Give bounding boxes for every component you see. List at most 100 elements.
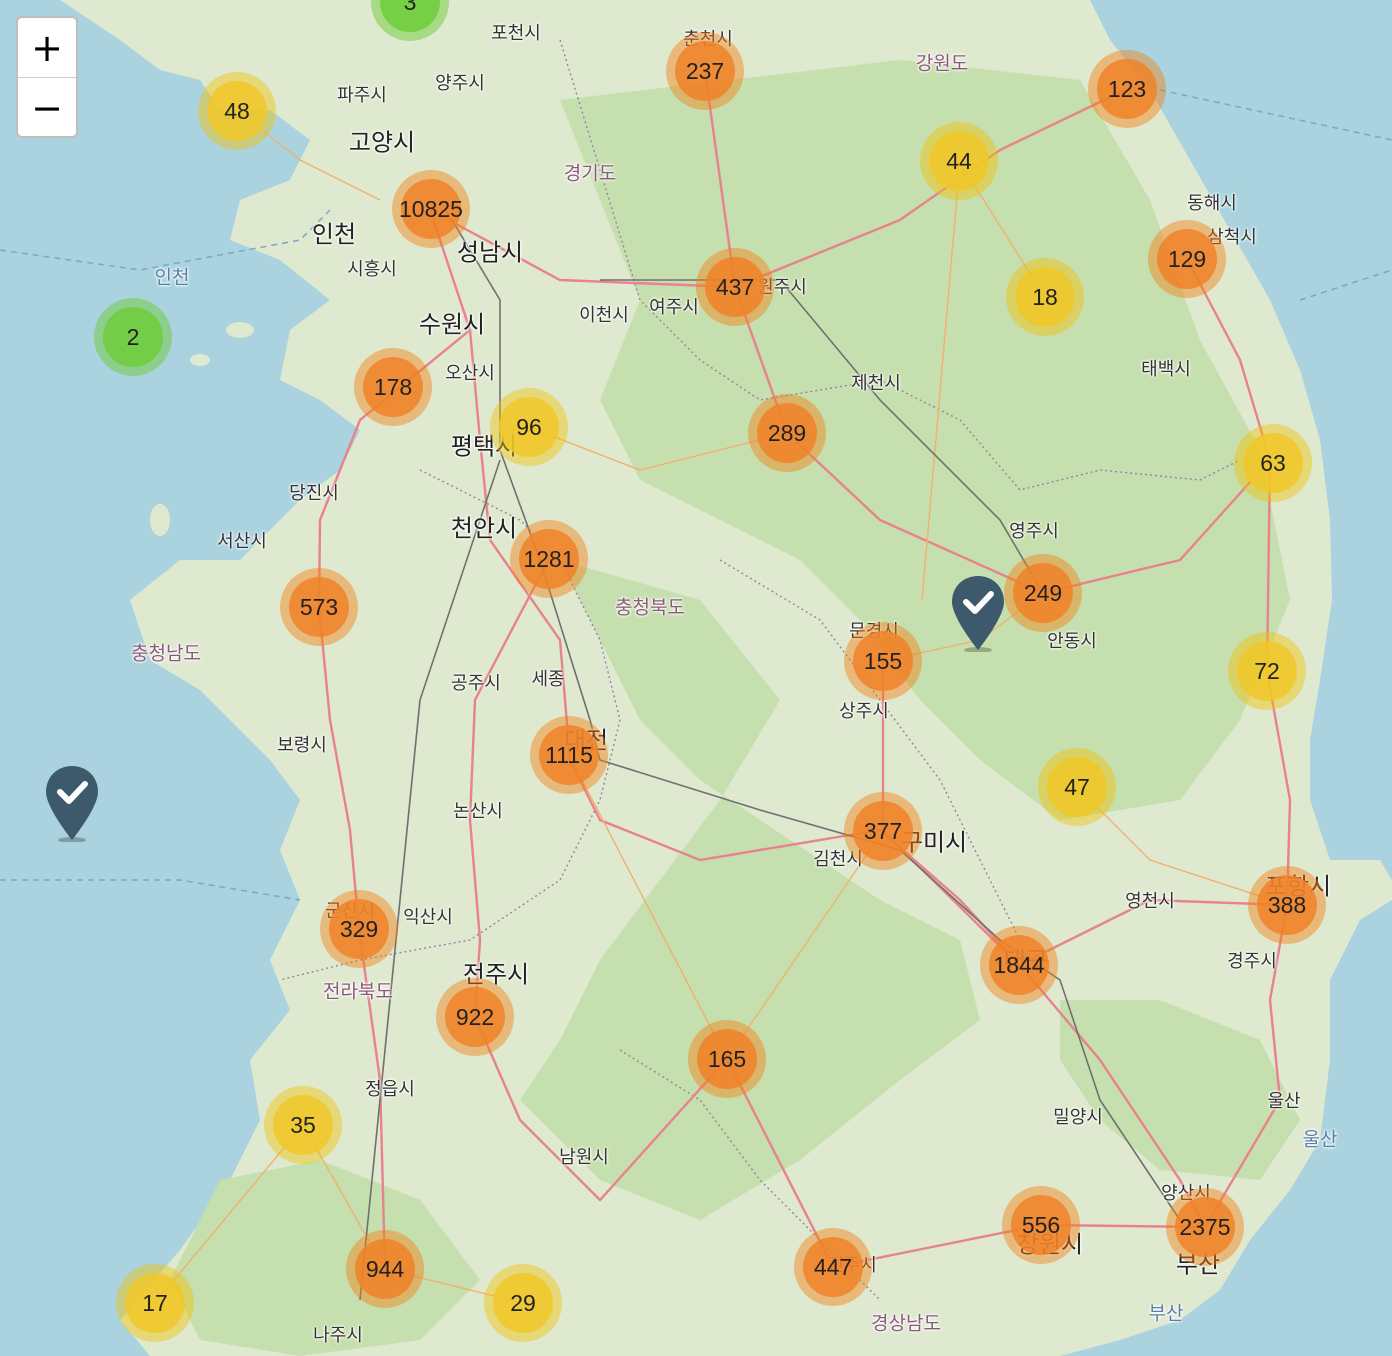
cluster-count: 289	[757, 403, 817, 463]
marker-cluster[interactable]: 72	[1228, 632, 1306, 710]
marker-cluster[interactable]: 377	[844, 792, 922, 870]
marker-cluster[interactable]: 237	[666, 32, 744, 110]
place-label: 전라북도	[323, 980, 393, 1003]
zoom-in-button[interactable]: +	[18, 18, 76, 77]
place-label: 성남시	[456, 238, 524, 267]
cluster-count: 178	[363, 357, 423, 417]
marker-cluster[interactable]: 329	[320, 890, 398, 968]
cluster-count: 1115	[539, 725, 599, 785]
marker-cluster[interactable]: 1115	[530, 716, 608, 794]
cluster-count: 437	[705, 257, 765, 317]
checkmark-icon	[46, 766, 98, 843]
marker-cluster[interactable]: 44	[920, 122, 998, 200]
marker-cluster[interactable]: 178	[354, 348, 432, 426]
place-label: 서산시	[217, 531, 267, 552]
marker-cluster[interactable]: 2	[94, 298, 172, 376]
map-pin-marker[interactable]	[948, 572, 1008, 653]
marker-cluster[interactable]: 556	[1002, 1186, 1080, 1264]
cluster-count: 249	[1013, 563, 1073, 623]
place-label: 인천	[311, 220, 357, 249]
zoom-out-button[interactable]: −	[18, 77, 76, 136]
place-label: 제천시	[851, 373, 901, 394]
marker-cluster[interactable]: 17	[116, 1264, 194, 1342]
marker-cluster[interactable]: 96	[490, 388, 568, 466]
marker-cluster[interactable]: 123	[1088, 50, 1166, 128]
map-pin-marker[interactable]	[42, 762, 102, 843]
cluster-count: 129	[1157, 229, 1217, 289]
place-label: 충청남도	[131, 642, 201, 665]
place-label: 울산	[1302, 1128, 1338, 1151]
place-label: 당진시	[289, 483, 339, 504]
place-label: 정읍시	[365, 1079, 415, 1100]
place-label: 수원시	[418, 310, 486, 339]
cluster-count: 18	[1015, 267, 1075, 327]
marker-cluster[interactable]: 129	[1148, 220, 1226, 298]
place-label: 안동시	[1047, 631, 1097, 652]
cluster-count: 237	[675, 41, 735, 101]
cluster-count: 2	[103, 307, 163, 367]
marker-cluster[interactable]: 165	[688, 1020, 766, 1098]
place-label: 논산시	[453, 801, 503, 822]
place-label: 경상남도	[871, 1312, 941, 1335]
place-label: 파주시	[337, 85, 387, 106]
marker-cluster[interactable]: 573	[280, 568, 358, 646]
marker-cluster[interactable]: 35	[264, 1086, 342, 1164]
cluster-count: 63	[1243, 433, 1303, 493]
marker-cluster[interactable]: 437	[696, 248, 774, 326]
place-label: 포천시	[491, 23, 541, 44]
cluster-count: 388	[1257, 875, 1317, 935]
place-label: 영주시	[1009, 521, 1059, 542]
marker-cluster[interactable]: 29	[484, 1264, 562, 1342]
cluster-count: 123	[1097, 59, 1157, 119]
marker-cluster[interactable]: 10825	[392, 170, 470, 248]
place-label: 부산	[1148, 1302, 1184, 1325]
cluster-count: 556	[1011, 1195, 1071, 1255]
place-label: 경주시	[1227, 951, 1277, 972]
cluster-count: 10825	[399, 179, 463, 239]
marker-cluster[interactable]: 447	[794, 1228, 872, 1306]
place-label: 여주시	[649, 297, 699, 318]
cluster-count: 29	[493, 1273, 553, 1333]
basemap[interactable]	[0, 0, 1392, 1356]
place-label: 익산시	[403, 907, 453, 928]
marker-cluster[interactable]: 48	[198, 72, 276, 150]
marker-cluster[interactable]: 249	[1004, 554, 1082, 632]
place-label: 상주시	[839, 701, 889, 722]
place-label: 시흥시	[347, 259, 397, 280]
marker-cluster[interactable]: 63	[1234, 424, 1312, 502]
cluster-count: 72	[1237, 641, 1297, 701]
place-label: 울산	[1267, 1091, 1301, 1112]
cluster-count: 922	[445, 987, 505, 1047]
place-label: 고양시	[348, 128, 416, 157]
cluster-count: 155	[853, 631, 913, 691]
marker-cluster[interactable]: 944	[346, 1230, 424, 1308]
cluster-count: 1844	[989, 935, 1049, 995]
place-label: 충청북도	[615, 596, 685, 619]
place-label: 공주시	[451, 673, 501, 694]
cluster-count: 35	[273, 1095, 333, 1155]
place-label: 오산시	[445, 363, 495, 384]
place-label: 인천	[154, 266, 190, 289]
cluster-count: 3	[380, 0, 440, 32]
marker-cluster[interactable]: 2375	[1166, 1188, 1244, 1266]
place-label: 밀양시	[1053, 1107, 1103, 1128]
marker-cluster[interactable]: 922	[436, 978, 514, 1056]
marker-cluster[interactable]: 155	[844, 622, 922, 700]
place-label: 경기도	[563, 162, 617, 185]
marker-cluster[interactable]: 388	[1248, 866, 1326, 944]
marker-cluster[interactable]: 47	[1038, 748, 1116, 826]
marker-cluster[interactable]: 289	[748, 394, 826, 472]
place-label: 나주시	[313, 1325, 363, 1346]
cluster-count: 573	[289, 577, 349, 637]
place-label: 동해시	[1187, 193, 1237, 214]
cluster-count: 329	[329, 899, 389, 959]
place-label: 양주시	[435, 73, 485, 94]
place-label: 세종	[531, 669, 565, 690]
place-label: 남원시	[559, 1147, 609, 1168]
place-label: 태백시	[1141, 359, 1191, 380]
marker-cluster[interactable]: 18	[1006, 258, 1084, 336]
cluster-count: 1281	[519, 529, 579, 589]
marker-cluster[interactable]: 1844	[980, 926, 1058, 1004]
marker-cluster[interactable]: 1281	[510, 520, 588, 598]
map-container[interactable]: 포천시 춘천시 강원도 파주시 양주시 고양시 경기도 동해시 삼척시 인천 성남시 시흥시 인천 원주시…	[0, 0, 1392, 1356]
